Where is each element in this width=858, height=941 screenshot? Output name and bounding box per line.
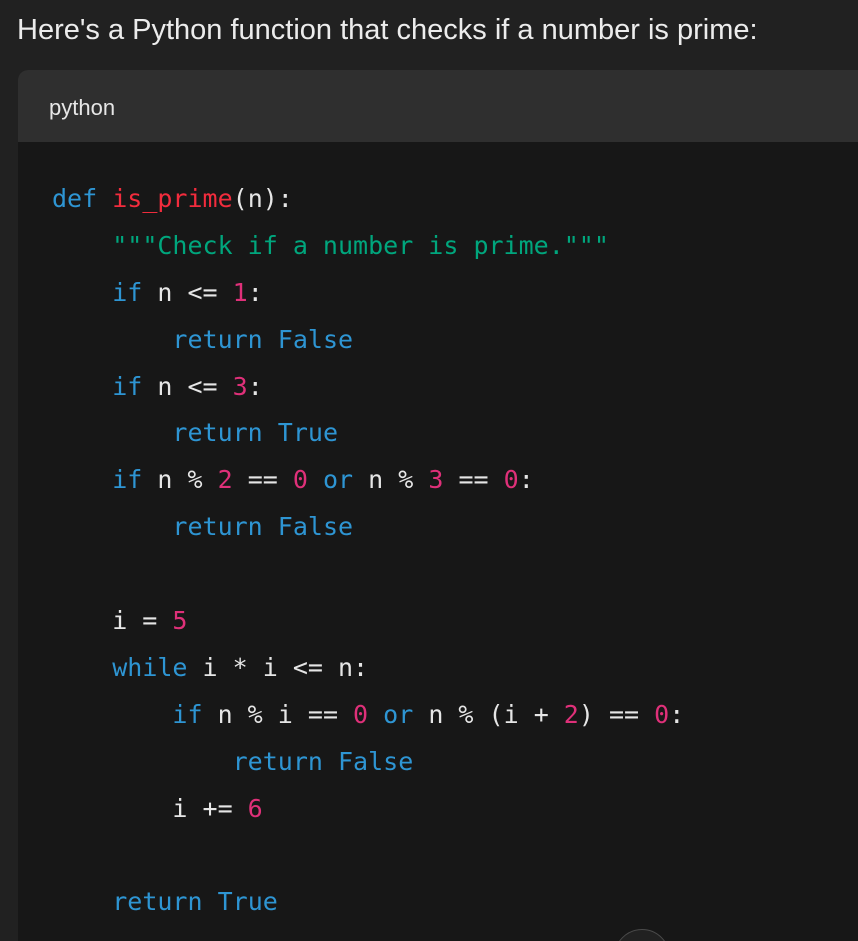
code-keyword: def [52,184,98,213]
code-keyword: return [172,418,263,448]
code-text: : [247,277,263,307]
code-text: ) == [578,699,655,729]
code-text: n % [142,465,218,495]
code-text: i = [52,606,173,636]
code-number: 3 [428,465,444,495]
code-line: while i * i <= n: [52,645,684,692]
code-text: : [669,699,685,729]
code-keyword: return [172,512,263,542]
code-keyword: while [112,652,188,682]
code-line: i = 5 [52,598,684,645]
code-text: n % (i + [413,699,564,729]
code-number: 2 [563,699,579,729]
code-keyword: if [112,465,143,495]
code-number: 0 [292,465,308,495]
assistant-message-text: Here's a Python function that checks if … [17,14,758,46]
code-line: if n % 2 == 0 or n % 3 == 0: [52,457,684,504]
code-keyword: return [172,324,263,354]
code-line: if n <= 3: [52,364,684,411]
code-number: 2 [217,465,233,495]
code-line: return True [52,410,684,457]
code-line: return False [52,739,684,786]
code-text: n <= [142,277,233,307]
code-block-header: python [18,70,858,142]
code-text: i += [52,793,248,823]
code-keyword: False [277,324,354,354]
code-text: == [443,465,504,495]
code-keyword: if [172,699,203,729]
code-line: if n <= 1: [52,270,684,317]
code-line: return False [52,504,684,551]
code-string: """Check if a number is prime.""" [112,230,609,260]
code-keyword: or [323,465,354,495]
code-line: return True [52,879,684,926]
code-text: (n): [232,184,293,213]
code-line: def is_prime(n): [52,176,684,223]
code-number: 3 [232,371,248,401]
code-keyword: if [112,371,143,401]
code-text: == [232,465,293,495]
code-text: n % i == [202,699,354,729]
code-number: 0 [503,465,519,495]
code-number: 0 [353,699,369,729]
code-number: 5 [172,606,188,636]
code-text: i * i <= n: [187,652,369,682]
code-number: 6 [247,793,263,823]
code-function-name: is_prime [112,184,233,213]
code-content[interactable]: def is_prime(n): """Check if a number is… [52,176,684,926]
code-text: : [247,371,263,401]
code-keyword: True [277,418,339,448]
code-text: n % [353,465,429,495]
code-line: if n % i == 0 or n % (i + 2) == 0: [52,692,684,739]
code-language-label: python [49,95,116,120]
code-block: python def is_prime(n): """Check if a nu… [18,70,858,941]
code-text: : [518,465,534,495]
code-keyword: or [383,699,414,729]
code-number: 1 [232,277,248,307]
code-line: return False [52,317,684,364]
code-number: 0 [654,699,670,729]
code-keyword: if [112,277,143,307]
code-keyword: False [277,512,354,542]
code-keyword: False [338,746,414,776]
code-line: """Check if a number is prime.""" [52,223,684,270]
code-keyword: return [112,887,203,917]
code-keyword: True [217,887,278,917]
code-line: i += 6 [52,786,684,833]
code-text: n <= [142,371,233,401]
code-keyword: return [232,746,323,776]
